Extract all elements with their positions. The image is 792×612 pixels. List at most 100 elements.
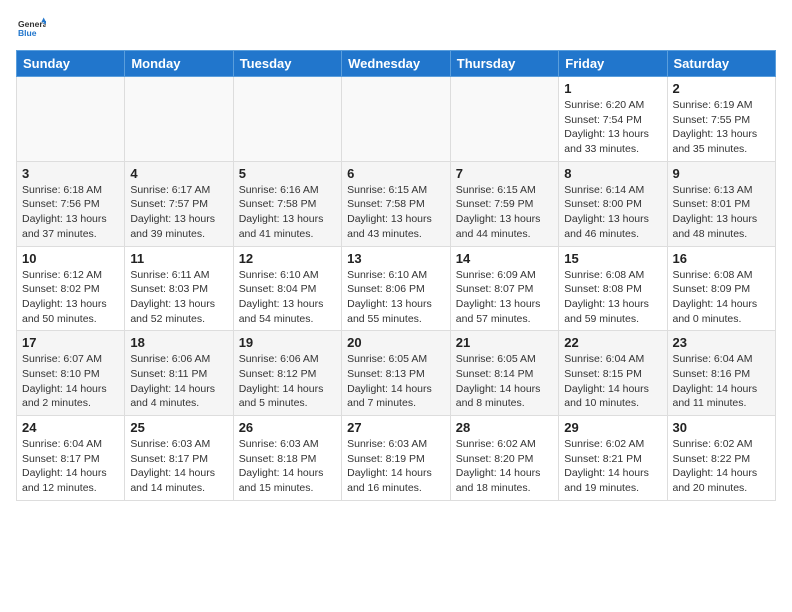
day-info: Sunset: 8:21 PM <box>564 452 661 467</box>
day-info: Sunrise: 6:03 AM <box>130 437 227 452</box>
calendar-table: SundayMondayTuesdayWednesdayThursdayFrid… <box>16 50 776 501</box>
day-info: Daylight: 14 hours and 16 minutes. <box>347 466 445 495</box>
calendar-cell: 20Sunrise: 6:05 AMSunset: 8:13 PMDayligh… <box>342 331 451 416</box>
calendar-cell: 13Sunrise: 6:10 AMSunset: 8:06 PMDayligh… <box>342 246 451 331</box>
calendar-header-wednesday: Wednesday <box>342 51 451 77</box>
day-info: Sunset: 7:58 PM <box>239 197 336 212</box>
day-number: 19 <box>239 335 336 350</box>
day-info: Sunrise: 6:04 AM <box>22 437 119 452</box>
day-number: 28 <box>456 420 553 435</box>
day-number: 25 <box>130 420 227 435</box>
day-info: Daylight: 13 hours and 52 minutes. <box>130 297 227 326</box>
calendar-cell: 2Sunrise: 6:19 AMSunset: 7:55 PMDaylight… <box>667 77 776 162</box>
day-info: Sunset: 7:57 PM <box>130 197 227 212</box>
day-info: Daylight: 13 hours and 57 minutes. <box>456 297 553 326</box>
day-number: 14 <box>456 251 553 266</box>
day-info: Sunset: 8:02 PM <box>22 282 119 297</box>
calendar-cell: 6Sunrise: 6:15 AMSunset: 7:58 PMDaylight… <box>342 161 451 246</box>
day-info: Sunset: 8:15 PM <box>564 367 661 382</box>
calendar-header-tuesday: Tuesday <box>233 51 341 77</box>
day-number: 30 <box>673 420 771 435</box>
day-number: 23 <box>673 335 771 350</box>
day-info: Sunset: 8:13 PM <box>347 367 445 382</box>
day-number: 10 <box>22 251 119 266</box>
calendar-cell: 3Sunrise: 6:18 AMSunset: 7:56 PMDaylight… <box>17 161 125 246</box>
day-info: Sunrise: 6:16 AM <box>239 183 336 198</box>
day-info: Daylight: 13 hours and 59 minutes. <box>564 297 661 326</box>
day-info: Daylight: 14 hours and 4 minutes. <box>130 382 227 411</box>
calendar-cell: 19Sunrise: 6:06 AMSunset: 8:12 PMDayligh… <box>233 331 341 416</box>
day-info: Daylight: 14 hours and 18 minutes. <box>456 466 553 495</box>
day-info: Daylight: 14 hours and 15 minutes. <box>239 466 336 495</box>
day-info: Sunrise: 6:04 AM <box>564 352 661 367</box>
day-number: 29 <box>564 420 661 435</box>
logo-icon: General Blue <box>18 16 46 44</box>
day-info: Sunrise: 6:17 AM <box>130 183 227 198</box>
calendar-cell: 11Sunrise: 6:11 AMSunset: 8:03 PMDayligh… <box>125 246 233 331</box>
header: General Blue <box>16 16 776 44</box>
calendar-header-saturday: Saturday <box>667 51 776 77</box>
calendar-cell: 30Sunrise: 6:02 AMSunset: 8:22 PMDayligh… <box>667 416 776 501</box>
day-info: Daylight: 14 hours and 7 minutes. <box>347 382 445 411</box>
calendar-week-row: 3Sunrise: 6:18 AMSunset: 7:56 PMDaylight… <box>17 161 776 246</box>
day-info: Sunrise: 6:03 AM <box>239 437 336 452</box>
day-info: Sunset: 7:55 PM <box>673 113 771 128</box>
day-info: Sunset: 8:01 PM <box>673 197 771 212</box>
day-info: Daylight: 14 hours and 11 minutes. <box>673 382 771 411</box>
calendar-cell: 16Sunrise: 6:08 AMSunset: 8:09 PMDayligh… <box>667 246 776 331</box>
day-info: Sunset: 8:17 PM <box>22 452 119 467</box>
day-info: Daylight: 13 hours and 54 minutes. <box>239 297 336 326</box>
day-number: 8 <box>564 166 661 181</box>
day-info: Sunrise: 6:05 AM <box>347 352 445 367</box>
day-info: Daylight: 13 hours and 50 minutes. <box>22 297 119 326</box>
calendar-cell: 28Sunrise: 6:02 AMSunset: 8:20 PMDayligh… <box>450 416 558 501</box>
calendar-cell: 25Sunrise: 6:03 AMSunset: 8:17 PMDayligh… <box>125 416 233 501</box>
calendar-header-monday: Monday <box>125 51 233 77</box>
day-info: Sunset: 7:59 PM <box>456 197 553 212</box>
day-info: Sunset: 7:56 PM <box>22 197 119 212</box>
calendar-week-row: 10Sunrise: 6:12 AMSunset: 8:02 PMDayligh… <box>17 246 776 331</box>
day-number: 12 <box>239 251 336 266</box>
day-number: 18 <box>130 335 227 350</box>
day-info: Sunset: 7:54 PM <box>564 113 661 128</box>
calendar-cell: 23Sunrise: 6:04 AMSunset: 8:16 PMDayligh… <box>667 331 776 416</box>
calendar-cell: 18Sunrise: 6:06 AMSunset: 8:11 PMDayligh… <box>125 331 233 416</box>
day-info: Daylight: 14 hours and 19 minutes. <box>564 466 661 495</box>
day-info: Sunrise: 6:11 AM <box>130 268 227 283</box>
day-info: Daylight: 13 hours and 33 minutes. <box>564 127 661 156</box>
day-info: Sunrise: 6:06 AM <box>130 352 227 367</box>
day-number: 15 <box>564 251 661 266</box>
day-number: 13 <box>347 251 445 266</box>
day-info: Sunrise: 6:06 AM <box>239 352 336 367</box>
calendar-week-row: 17Sunrise: 6:07 AMSunset: 8:10 PMDayligh… <box>17 331 776 416</box>
calendar-cell: 9Sunrise: 6:13 AMSunset: 8:01 PMDaylight… <box>667 161 776 246</box>
day-number: 27 <box>347 420 445 435</box>
page-container: General Blue SundayMondayTuesdayWednesda… <box>0 0 792 511</box>
day-info: Sunrise: 6:08 AM <box>564 268 661 283</box>
day-number: 17 <box>22 335 119 350</box>
day-info: Sunrise: 6:02 AM <box>456 437 553 452</box>
day-info: Sunrise: 6:05 AM <box>456 352 553 367</box>
calendar-cell: 10Sunrise: 6:12 AMSunset: 8:02 PMDayligh… <box>17 246 125 331</box>
calendar-cell: 21Sunrise: 6:05 AMSunset: 8:14 PMDayligh… <box>450 331 558 416</box>
day-info: Sunrise: 6:07 AM <box>22 352 119 367</box>
calendar-cell <box>125 77 233 162</box>
calendar-cell <box>342 77 451 162</box>
calendar-week-row: 24Sunrise: 6:04 AMSunset: 8:17 PMDayligh… <box>17 416 776 501</box>
day-info: Sunset: 8:18 PM <box>239 452 336 467</box>
day-info: Sunrise: 6:14 AM <box>564 183 661 198</box>
day-info: Sunrise: 6:19 AM <box>673 98 771 113</box>
day-info: Daylight: 13 hours and 41 minutes. <box>239 212 336 241</box>
calendar-cell <box>17 77 125 162</box>
day-number: 22 <box>564 335 661 350</box>
calendar-cell: 7Sunrise: 6:15 AMSunset: 7:59 PMDaylight… <box>450 161 558 246</box>
calendar-cell: 26Sunrise: 6:03 AMSunset: 8:18 PMDayligh… <box>233 416 341 501</box>
calendar-header-friday: Friday <box>559 51 667 77</box>
day-info: Sunrise: 6:04 AM <box>673 352 771 367</box>
day-info: Sunset: 8:06 PM <box>347 282 445 297</box>
day-number: 6 <box>347 166 445 181</box>
day-info: Sunrise: 6:18 AM <box>22 183 119 198</box>
day-info: Sunrise: 6:20 AM <box>564 98 661 113</box>
calendar-cell: 17Sunrise: 6:07 AMSunset: 8:10 PMDayligh… <box>17 331 125 416</box>
day-info: Sunset: 8:07 PM <box>456 282 553 297</box>
